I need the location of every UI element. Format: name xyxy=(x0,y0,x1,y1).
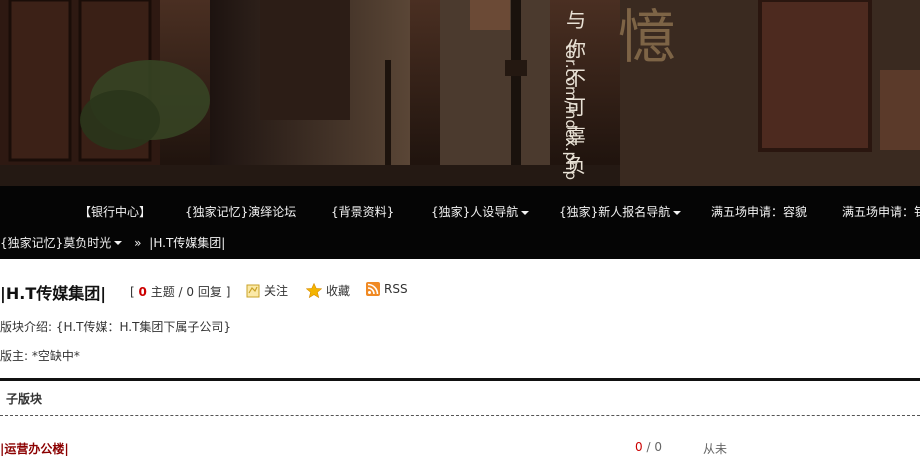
breadcrumb-separator: » xyxy=(134,235,142,250)
header-banner: 憶 与你不可辜负 tor.com/index.php xyxy=(0,0,920,186)
nav-item-character-guide[interactable]: {独家}人设导航 xyxy=(431,203,530,220)
stats-open-bracket: [ xyxy=(130,285,135,299)
banner-url: tor.com/index.php xyxy=(562,44,580,181)
topic-label: 主题 xyxy=(150,285,175,299)
subforum-dashed-divider xyxy=(0,415,920,416)
nav-item-label: 【银行中心】 xyxy=(79,205,152,219)
chevron-down-icon xyxy=(673,210,682,215)
nav-item-bank-center[interactable]: 【银行中心】 xyxy=(79,203,151,220)
rss-label: RSS xyxy=(384,282,408,296)
banner-calligraphy: 憶 xyxy=(618,3,677,71)
stats-close-bracket: ] xyxy=(225,285,231,299)
intro-text: {H.T传媒：H.T集团下属子公司} xyxy=(55,320,232,334)
main-nav: 【银行中心】 {独家记忆}演绎论坛 {背景资料} {独家}人设导航 {独家}新人… xyxy=(0,186,920,259)
nav-item-label: {独家记忆}演绎论坛 xyxy=(185,205,297,219)
topic-count: 0 xyxy=(138,285,147,299)
moderator-label: 版主: xyxy=(0,349,29,363)
subforum-heading: 子版块 xyxy=(6,392,43,406)
nav-item-appearance-apply[interactable]: 满五场申请：容貌 xyxy=(711,203,807,220)
forum-moderator: 版主: *空缺中* xyxy=(0,347,80,364)
subforum-topic-count: 0 xyxy=(635,440,643,454)
breadcrumb: {独家记忆}莫负时光 » |H.T传媒集团| xyxy=(0,234,225,251)
nav-item-label: {背景资料} xyxy=(331,205,395,219)
stats-slash: / xyxy=(178,285,183,299)
nav-item-label: 满五场申请：容貌 xyxy=(711,205,808,219)
chevron-down-icon[interactable] xyxy=(114,240,123,245)
chevron-down-icon xyxy=(521,210,530,215)
nav-item-forum[interactable]: {独家记忆}演绎论坛 xyxy=(185,203,296,220)
nav-item-apply-more[interactable]: 满五场申请：钅 xyxy=(842,203,920,220)
nav-item-background[interactable]: {背景资料} xyxy=(331,203,394,220)
nav-item-newbie-guide[interactable]: {独家}新人报名导航 xyxy=(559,203,682,220)
subforum-last-post: 从未 xyxy=(703,442,728,456)
nav-item-label: {独家}人设导航 xyxy=(431,205,519,219)
reply-label: 回复 xyxy=(197,285,222,299)
favorite-button[interactable]: 收藏 xyxy=(305,282,351,299)
reply-count: 0 xyxy=(186,285,195,299)
rss-icon xyxy=(366,282,380,296)
follow-label: 关注 xyxy=(264,284,289,298)
forum-intro: 版块介绍: {H.T传媒：H.T集团下属子公司} xyxy=(0,318,231,335)
favorite-label: 收藏 xyxy=(326,284,351,298)
subforum-counts: 0 / 0 xyxy=(635,440,662,454)
intro-label: 版块介绍: xyxy=(0,320,53,334)
rss-button[interactable]: RSS xyxy=(366,282,408,296)
forum-stats: [ 0 主题 / 0 回复 ] xyxy=(130,283,230,300)
subforum-count-separator: / xyxy=(646,440,651,454)
breadcrumb-parent[interactable]: {独家记忆}莫负时光 xyxy=(0,234,111,251)
breadcrumb-current[interactable]: |H.T传媒集团| xyxy=(149,234,225,251)
nav-item-label: {独家}新人报名导航 xyxy=(559,205,671,219)
section-divider xyxy=(0,378,920,381)
follow-button[interactable]: 关注 xyxy=(246,282,288,299)
banner-scenery xyxy=(0,0,920,186)
subforum-link[interactable]: |运营办公楼| xyxy=(0,440,69,457)
star-icon xyxy=(305,282,323,299)
follow-icon xyxy=(246,284,260,298)
page-title: |H.T传媒集团| xyxy=(0,284,107,303)
moderator-value: *空缺中* xyxy=(31,349,80,363)
subforum-post-count: 0 xyxy=(654,440,662,454)
nav-item-label: 满五场申请：钅 xyxy=(842,205,920,219)
